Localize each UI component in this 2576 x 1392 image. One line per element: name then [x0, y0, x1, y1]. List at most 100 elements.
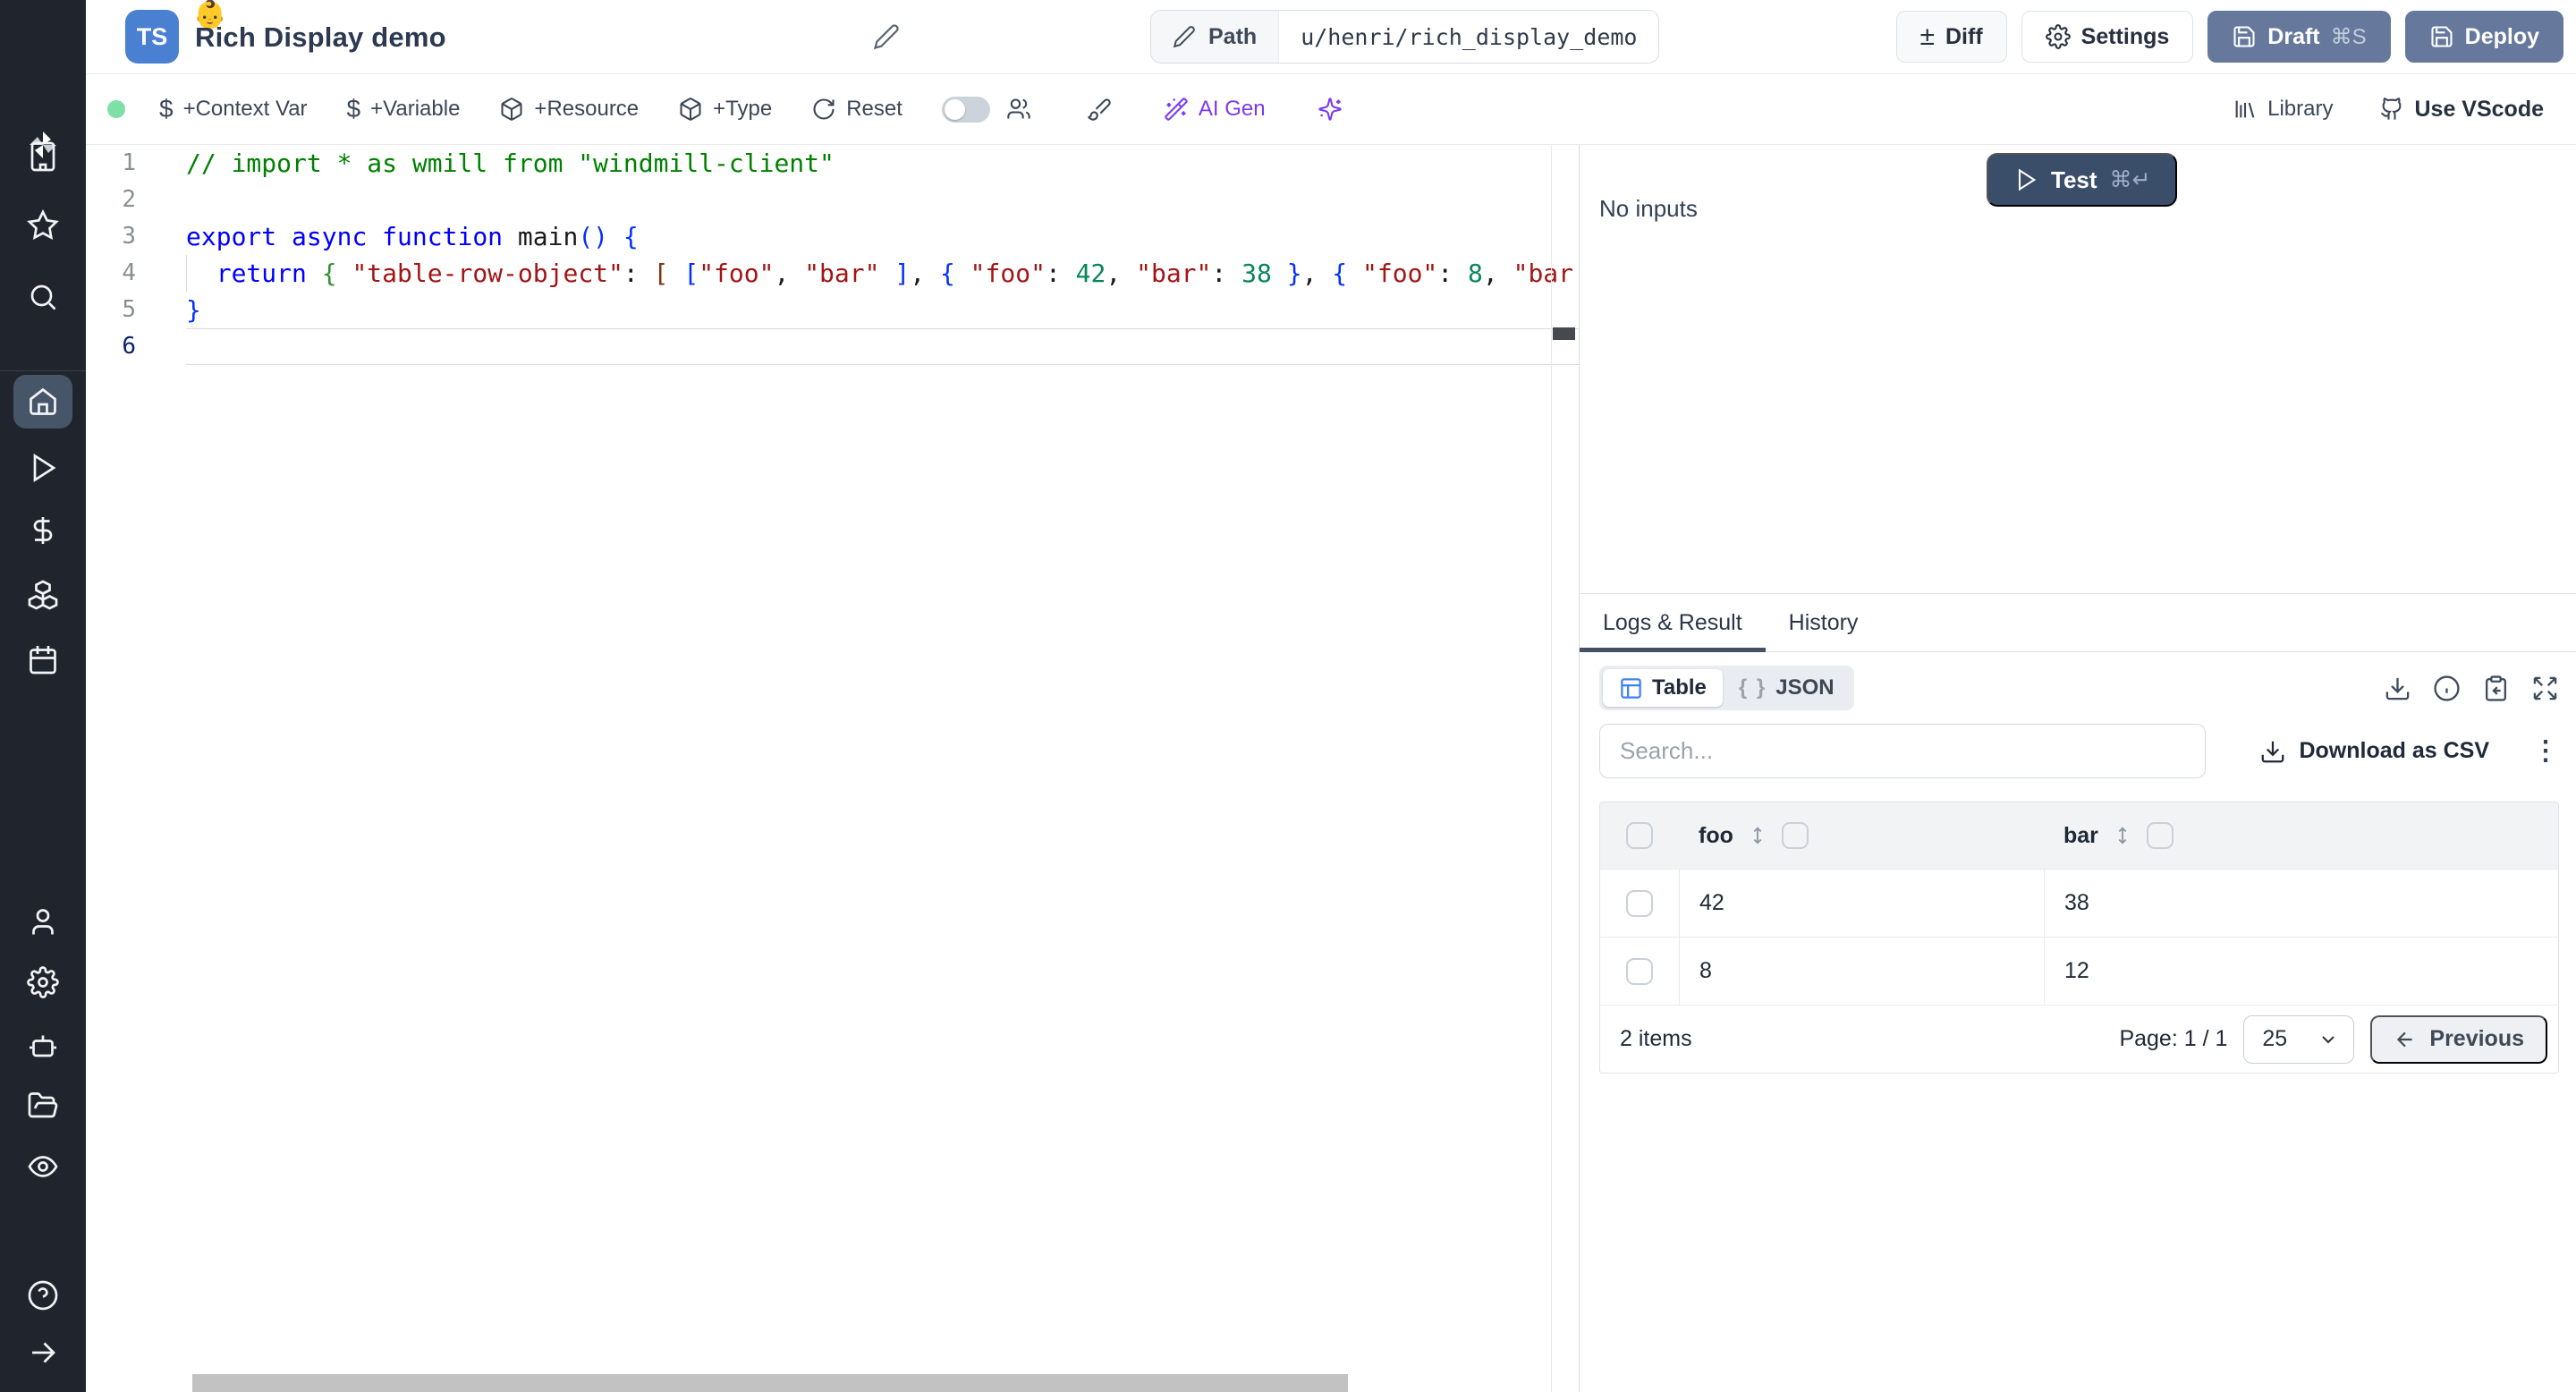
- code-line: 3export async function main() {: [86, 218, 1579, 255]
- arrow-left-icon: [2394, 1028, 2417, 1051]
- variables-dollar-icon[interactable]: [0, 504, 86, 557]
- add-context-var-button[interactable]: $ +Context Var: [159, 95, 308, 123]
- code-line: 4 return { "table-row-object": [ ["foo",…: [86, 255, 1579, 292]
- items-count: 2 items: [1620, 1026, 1692, 1052]
- use-vscode-label: Use VScode: [2414, 97, 2544, 123]
- result-tabs: Logs & Result History: [1580, 593, 2576, 652]
- toggle-knob: [945, 99, 965, 120]
- settings-gear-icon[interactable]: [0, 955, 86, 1009]
- runs-play-icon[interactable]: [0, 441, 86, 495]
- help-icon[interactable]: [0, 1269, 86, 1322]
- add-type-button[interactable]: +Type: [678, 97, 772, 122]
- code-line-content: return { "table-row-object": [ ["foo", "…: [186, 255, 1579, 292]
- add-type-label: +Type: [713, 97, 772, 122]
- top-bar: TS 👶 Rich Display demo Path u/henri/rich…: [86, 0, 2576, 74]
- users-person-icon[interactable]: [0, 895, 86, 949]
- page-size-select[interactable]: 25: [2243, 1015, 2354, 1064]
- cell-foo: 8: [1699, 958, 1712, 984]
- line-number: 5: [86, 292, 186, 328]
- line-number: 3: [86, 218, 186, 255]
- code-line: 1// import * as wmill from "windmill-cli…: [86, 145, 1579, 182]
- multiplayer-users-icon[interactable]: [1006, 97, 1031, 122]
- code-editor[interactable]: 1// import * as wmill from "windmill-cli…: [86, 145, 1579, 1392]
- download-result-icon[interactable]: [2384, 675, 2411, 702]
- reset-label: Reset: [846, 97, 902, 122]
- sort-icon[interactable]: [2113, 824, 2132, 847]
- add-context-var-label: +Context Var: [183, 97, 308, 122]
- cell-bar: 12: [2064, 958, 2089, 984]
- favorites-star-icon[interactable]: [0, 199, 86, 252]
- folders-icon[interactable]: [0, 1079, 86, 1133]
- library-button[interactable]: Library: [2233, 97, 2333, 122]
- path-chip[interactable]: Path u/henri/rich_display_demo: [1150, 10, 1659, 64]
- table-row[interactable]: 4238: [1600, 869, 2558, 937]
- more-options-kebab-icon[interactable]: ⋮: [2532, 738, 2559, 765]
- schedules-calendar-icon[interactable]: [0, 632, 86, 686]
- ai-gen-button[interactable]: AI Gen: [1164, 97, 1266, 122]
- copy-to-clipboard-icon[interactable]: [2482, 675, 2510, 702]
- code-line: 2: [86, 182, 1579, 218]
- diff-button[interactable]: ± Diff: [1896, 11, 2007, 63]
- magic-wand-icon: [1164, 97, 1189, 122]
- add-variable-button[interactable]: $ +Variable: [347, 95, 461, 123]
- sort-icon[interactable]: [1748, 824, 1767, 847]
- column-toggle-foo[interactable]: [1782, 822, 1809, 849]
- column-header-bar[interactable]: bar: [2063, 823, 2098, 849]
- row-checkbox[interactable]: [1626, 958, 1653, 985]
- page-indicator: Page: 1 / 1: [2119, 1026, 2227, 1052]
- view-json-button[interactable]: { } JSON: [1723, 669, 1851, 707]
- plus-minus-icon: ±: [1920, 23, 1935, 50]
- line-number: 6: [86, 328, 186, 365]
- tab-logs-result[interactable]: Logs & Result: [1580, 594, 1766, 651]
- audit-eye-icon[interactable]: [0, 1140, 86, 1193]
- row-checkbox[interactable]: [1626, 890, 1653, 917]
- column-toggle-bar[interactable]: [2147, 822, 2174, 849]
- result-actions: [2384, 675, 2559, 702]
- editor-toolbar: $ +Context Var $ +Variable +Resource +Ty…: [86, 74, 2576, 145]
- table-controls-row: Download as CSV ⋮: [1599, 724, 2559, 778]
- search-icon[interactable]: [0, 270, 86, 324]
- expand-sidebar-arrow-icon[interactable]: [0, 1326, 86, 1379]
- typescript-badge-label: TS: [137, 23, 168, 51]
- workspace-icon[interactable]: [0, 130, 86, 183]
- test-button[interactable]: Test ⌘↵: [1987, 153, 2177, 207]
- settings-label: Settings: [2081, 24, 2170, 50]
- edit-summary-pencil-icon[interactable]: [873, 23, 900, 55]
- diff-mode-toggle[interactable]: [942, 97, 990, 123]
- reset-button[interactable]: Reset: [811, 97, 902, 122]
- settings-button[interactable]: Settings: [2021, 11, 2194, 63]
- deploy-button[interactable]: Deploy: [2405, 11, 2563, 63]
- sidebar-divider: [0, 370, 86, 371]
- test-label: Test: [2051, 166, 2097, 194]
- previous-page-button[interactable]: Previous: [2370, 1015, 2547, 1064]
- overview-ruler-cursor-mark: [1553, 327, 1575, 340]
- add-resource-button[interactable]: +Resource: [499, 97, 639, 122]
- workers-robot-icon[interactable]: [0, 1018, 86, 1072]
- code-line-content: }: [186, 292, 1579, 328]
- expand-fullscreen-icon[interactable]: [2531, 675, 2559, 702]
- library-label: Library: [2267, 97, 2333, 122]
- table-row[interactable]: 8 12: [1600, 937, 2558, 1005]
- select-all-checkbox[interactable]: [1626, 822, 1653, 849]
- path-edit-section[interactable]: Path: [1151, 11, 1279, 63]
- sparkles-icon[interactable]: [1318, 97, 1343, 122]
- dollar-icon: $: [347, 95, 361, 123]
- view-toggle-row: Table { } JSON: [1599, 663, 2559, 713]
- search-input[interactable]: [1599, 724, 2206, 778]
- column-header-foo[interactable]: foo: [1699, 823, 1733, 849]
- preview-panel: Test ⌘↵ No inputs Logs & Result History …: [1579, 145, 2576, 1392]
- info-icon[interactable]: [2433, 675, 2461, 702]
- library-icon: [2233, 97, 2258, 122]
- download-csv-button[interactable]: Download as CSV: [2259, 738, 2489, 765]
- draft-button[interactable]: Draft ⌘S: [2207, 11, 2390, 63]
- format-brush-icon[interactable]: [1087, 97, 1112, 122]
- horizontal-scrollbar[interactable]: [192, 1374, 1348, 1392]
- use-vscode-button[interactable]: Use VScode: [2379, 97, 2544, 123]
- home-icon[interactable]: [0, 375, 86, 429]
- cell-foo: 42: [1699, 890, 1724, 916]
- line-number: 4: [86, 255, 186, 292]
- resources-boxes-icon[interactable]: [0, 568, 86, 622]
- page-title: Rich Display demo: [195, 0, 446, 74]
- tab-history[interactable]: History: [1766, 594, 1882, 651]
- view-table-button[interactable]: Table: [1603, 669, 1723, 707]
